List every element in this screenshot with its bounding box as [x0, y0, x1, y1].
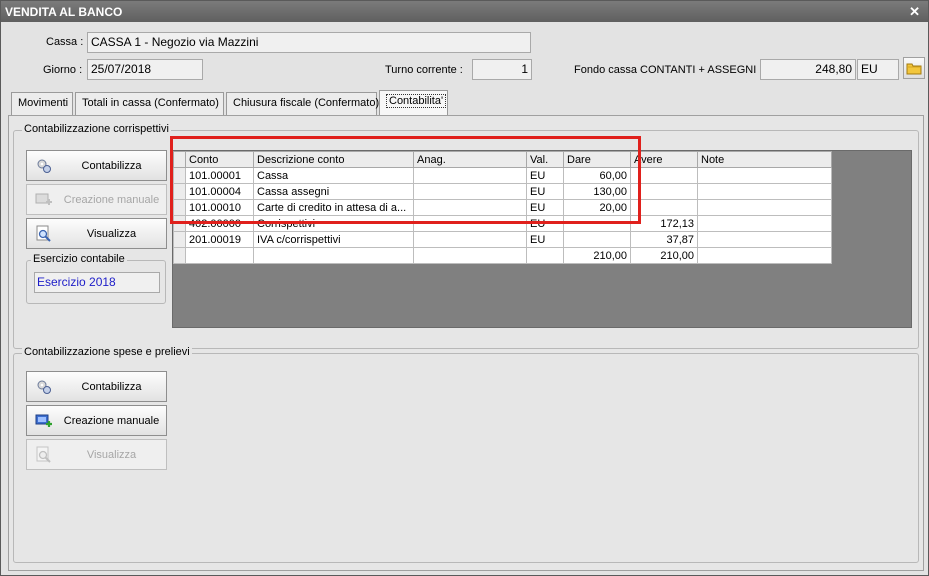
cell-conto: 201.00019: [185, 231, 254, 248]
row-indicator-header: [173, 151, 186, 168]
giorno-label: Giorno :: [43, 64, 83, 76]
creazione-manuale-spese-button[interactable]: Creazione manuale: [26, 405, 167, 436]
corrispettivi-group: Contabilizzazione corrispettivi Contabil…: [13, 123, 919, 349]
cell-val: EU: [526, 231, 564, 248]
tab-totali-in-cassa[interactable]: Totali in cassa (Confermato): [75, 92, 224, 115]
creazione-manuale-corrispettivi-button[interactable]: Creazione manuale: [26, 184, 167, 215]
cell-conto: [185, 247, 254, 264]
table-row[interactable]: 402.00000 Corrispettivi EU 172,13: [173, 215, 832, 232]
col-conto-header[interactable]: Conto: [185, 151, 254, 168]
cell-conto: 402.00000: [185, 215, 254, 232]
cell-anag: [413, 231, 527, 248]
cell-dare: 130,00: [563, 183, 631, 200]
table-row[interactable]: 101.00010 Carte di credito in attesa di …: [173, 199, 832, 216]
esercizio-contabile-group: Esercizio contabile Esercizio 2018: [26, 253, 166, 304]
close-icon[interactable]: ✕: [909, 4, 920, 20]
col-anag-header[interactable]: Anag.: [413, 151, 527, 168]
turno-label: Turno corrente :: [385, 64, 463, 76]
cell-anag: [413, 247, 527, 264]
tab-contabilita[interactable]: Contabilita': [379, 90, 448, 116]
cell-dare: [563, 215, 631, 232]
contabilizza-spese-button[interactable]: Contabilizza: [26, 371, 167, 402]
fondo-cassa-label: Fondo cassa CONTANTI + ASSEGNI :: [574, 64, 763, 76]
registrazioni-table: Conto Descrizione conto Anag. Val. Dare …: [173, 151, 832, 264]
table-row[interactable]: 101.00001 Cassa EU 60,00: [173, 167, 832, 184]
cell-dare: [563, 231, 631, 248]
cell-avere: 37,87: [630, 231, 698, 248]
add-screen-icon: [35, 414, 52, 427]
magnifier-document-icon: [36, 446, 51, 463]
contabilizza-corrispettivi-button[interactable]: Contabilizza: [26, 150, 167, 181]
folder-button[interactable]: [903, 57, 925, 79]
fondo-cassa-field[interactable]: 248,80: [760, 59, 856, 80]
cell-val: EU: [526, 183, 564, 200]
grid-header-row: Conto Descrizione conto Anag. Val. Dare …: [173, 151, 832, 168]
col-dare-header[interactable]: Dare: [563, 151, 631, 168]
cell-descrizione: [253, 247, 414, 264]
cell-avere: [630, 199, 698, 216]
contabilita-panel: Contabilizzazione corrispettivi Contabil…: [8, 115, 924, 571]
col-note-header[interactable]: Note: [697, 151, 832, 168]
cell-note: [697, 199, 832, 216]
cell-anag: [413, 167, 527, 184]
cell-descrizione: Carte di credito in attesa di a...: [253, 199, 414, 216]
window-title: VENDITA AL BANCO: [5, 5, 123, 19]
cell-conto: 101.00004: [185, 183, 254, 200]
col-avere-header[interactable]: Avere: [630, 151, 698, 168]
gears-icon: [37, 380, 51, 394]
add-screen-icon: [35, 193, 52, 205]
table-row[interactable]: 201.00019 IVA c/corrispettivi EU 37,87: [173, 231, 832, 248]
cell-avere: [630, 183, 698, 200]
total-avere: 210,00: [630, 247, 698, 264]
gears-icon: [37, 159, 51, 173]
cell-dare: 60,00: [563, 167, 631, 184]
table-row[interactable]: 101.00004 Cassa assegni EU 130,00: [173, 183, 832, 200]
cell-avere: [630, 167, 698, 184]
cell-val: [526, 247, 564, 264]
cell-dare: 20,00: [563, 199, 631, 216]
cell-anag: [413, 199, 527, 216]
cassa-label: Cassa :: [46, 36, 84, 48]
cell-note: [697, 231, 832, 248]
turno-field[interactable]: 1: [472, 59, 532, 80]
esercizio-contabile-field[interactable]: Esercizio 2018: [34, 272, 160, 293]
cell-val: EU: [526, 199, 564, 216]
cell-val: EU: [526, 215, 564, 232]
tab-chiusura-fiscale[interactable]: Chiusura fiscale (Confermato): [226, 92, 379, 115]
tab-movimenti[interactable]: Movimenti: [11, 92, 73, 115]
cell-note: [697, 215, 832, 232]
cell-descrizione: Corrispettivi: [253, 215, 414, 232]
cell-conto: 101.00010: [185, 199, 254, 216]
cell-note: [697, 247, 832, 264]
registrazioni-grid[interactable]: Conto Descrizione conto Anag. Val. Dare …: [172, 150, 912, 328]
totals-row: 210,00 210,00: [173, 247, 832, 264]
cell-anag: [413, 215, 527, 232]
folder-icon: [906, 63, 922, 75]
cell-descrizione: Cassa: [253, 167, 414, 184]
cell-note: [697, 167, 832, 184]
title-bar[interactable]: VENDITA AL BANCO ✕: [1, 1, 928, 22]
magnifier-document-icon: [36, 225, 51, 242]
giorno-field[interactable]: 25/07/2018: [87, 59, 203, 80]
visualizza-spese-button[interactable]: Visualizza: [26, 439, 167, 470]
cell-conto: 101.00001: [185, 167, 254, 184]
cell-avere: 172,13: [630, 215, 698, 232]
vendita-al-banco-window: VENDITA AL BANCO ✕ Cassa : CASSA 1 - Neg…: [0, 0, 929, 576]
visualizza-corrispettivi-button[interactable]: Visualizza: [26, 218, 167, 249]
cell-note: [697, 183, 832, 200]
corrispettivi-group-title: Contabilizzazione corrispettivi: [22, 123, 171, 135]
col-descrizione-header[interactable]: Descrizione conto: [253, 151, 414, 168]
spese-prelievi-group: Contabilizzazione spese e prelievi Conta…: [13, 346, 919, 563]
cell-descrizione: IVA c/corrispettivi: [253, 231, 414, 248]
cell-val: EU: [526, 167, 564, 184]
total-dare: 210,00: [563, 247, 631, 264]
cell-anag: [413, 183, 527, 200]
spese-prelievi-group-title: Contabilizzazione spese e prelievi: [22, 346, 192, 358]
cassa-field[interactable]: CASSA 1 - Negozio via Mazzini: [87, 32, 531, 53]
cell-descrizione: Cassa assegni: [253, 183, 414, 200]
currency-field[interactable]: EU: [857, 59, 899, 80]
esercizio-contabile-title: Esercizio contabile: [31, 253, 127, 265]
col-val-header[interactable]: Val.: [526, 151, 564, 168]
